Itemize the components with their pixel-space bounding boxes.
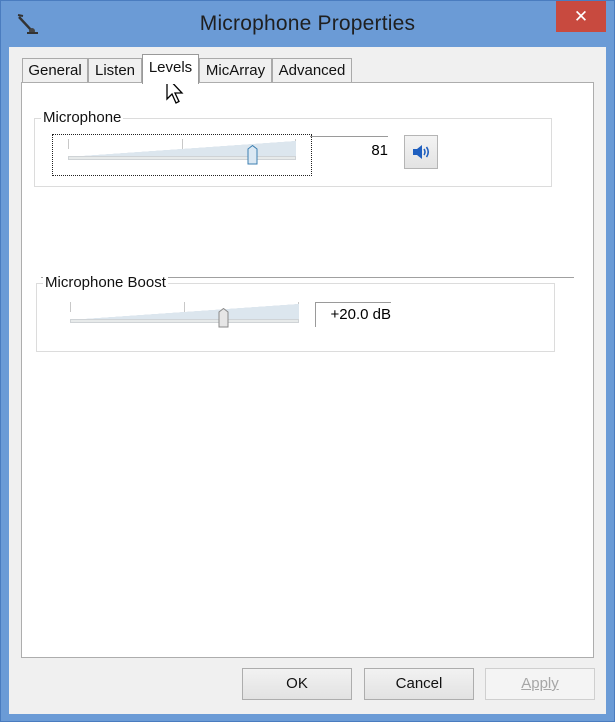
cancel-button[interactable]: Cancel: [364, 668, 474, 700]
boost-value: +20.0 dB: [330, 306, 391, 323]
tab-label: MicArray: [205, 62, 266, 79]
boost-slider-thumb[interactable]: [218, 308, 229, 328]
levels-tab-panel: Microphone 81 Microphone Boost +20.0 dB: [21, 82, 594, 658]
slider-rail: [68, 156, 296, 160]
slider-volume-wedge: [70, 304, 299, 320]
tab-micarray[interactable]: MicArray: [199, 58, 272, 83]
tab-label: Listen: [94, 62, 136, 79]
apply-button[interactable]: Apply: [485, 668, 595, 700]
tab-label: Advanced: [278, 62, 346, 79]
mute-toggle-button[interactable]: [404, 135, 438, 169]
apply-button-label: Apply: [521, 675, 559, 692]
microphone-slider-thumb[interactable]: [247, 145, 258, 165]
boost-readout-frame-top: [315, 302, 391, 303]
title-bar[interactable]: Microphone Properties ✕: [1, 1, 614, 47]
cancel-button-label: Cancel: [395, 675, 443, 692]
microphone-group-label: Microphone: [41, 109, 124, 126]
tab-listen[interactable]: Listen: [88, 58, 142, 83]
ok-button[interactable]: OK: [242, 668, 352, 700]
close-button[interactable]: ✕: [556, 1, 606, 32]
window-title: Microphone Properties: [199, 12, 416, 35]
microphone-boost-slider[interactable]: [70, 302, 299, 330]
dialog-window: Microphone Properties ✕ General Listen L…: [0, 0, 615, 722]
microphone-group: Microphone 81: [34, 109, 552, 187]
slider-rail: [70, 319, 299, 323]
microphone-boost-group-label: Microphone Boost: [43, 274, 168, 291]
ok-button-label: OK: [286, 675, 308, 692]
microphone-level-slider[interactable]: [68, 139, 296, 167]
tab-advanced[interactable]: Advanced: [272, 58, 352, 83]
tab-general[interactable]: General: [22, 58, 88, 83]
dialog-client-area: General Listen Levels MicArray Advanced …: [9, 47, 606, 714]
microphone-level-value: 81: [371, 142, 388, 159]
close-icon: ✕: [573, 6, 589, 26]
tab-label: Levels: [148, 59, 193, 76]
tab-levels[interactable]: Levels: [142, 54, 199, 84]
tab-label: General: [28, 62, 82, 79]
speaker-icon: [413, 145, 430, 159]
microphone-boost-group: Microphone Boost +20.0 dB: [36, 274, 555, 352]
slider-volume-wedge: [68, 141, 296, 157]
level-readout-line: [310, 136, 388, 137]
boost-readout-frame-left: [315, 302, 316, 327]
